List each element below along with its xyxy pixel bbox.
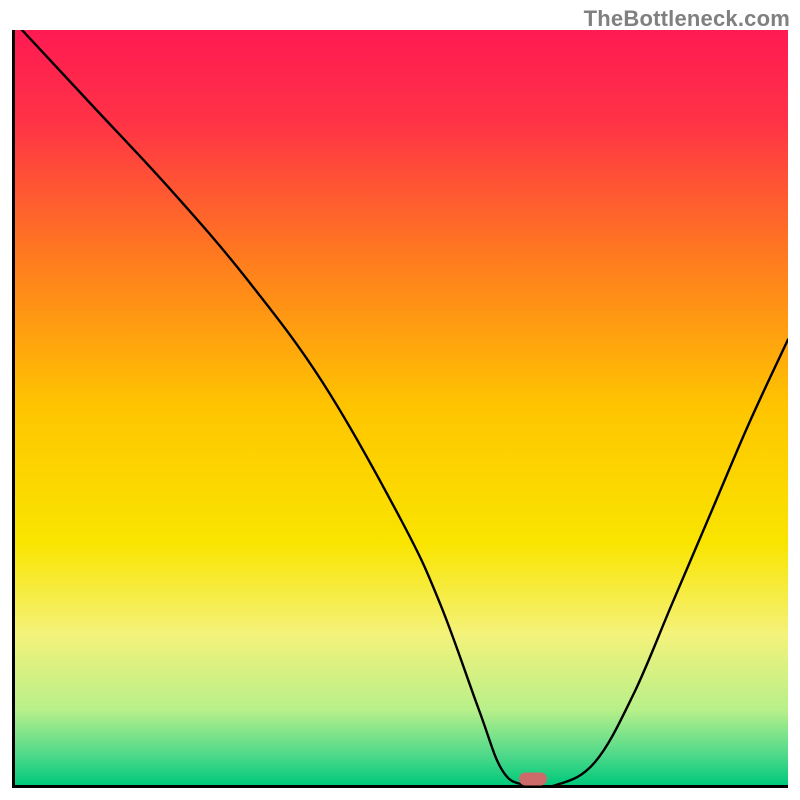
chart-container: TheBottleneck.com <box>0 0 800 800</box>
optimal-point-marker <box>519 773 547 786</box>
bottleneck-curve <box>15 30 788 785</box>
plot-area <box>12 30 788 788</box>
watermark-label: TheBottleneck.com <box>584 6 790 32</box>
